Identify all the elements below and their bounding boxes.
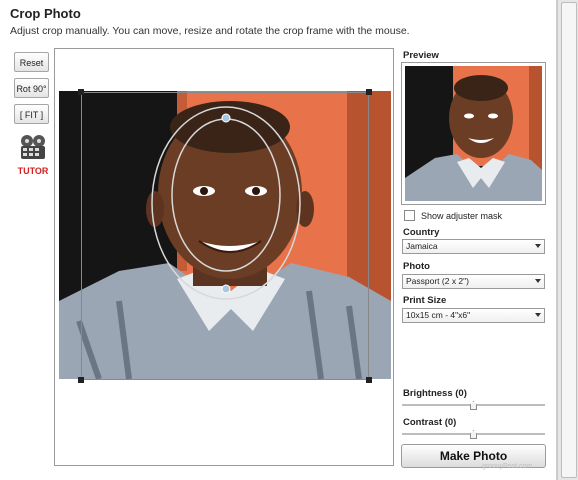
scrollbar-thumb[interactable] [561, 2, 577, 478]
photo-type-value: Passport (2 x 2") [406, 276, 470, 286]
brightness-label: Brightness (0) [403, 388, 467, 399]
fit-button[interactable]: [ FIT ] [14, 104, 49, 124]
vertical-scrollbar[interactable] [557, 0, 578, 480]
show-adjuster-mask-row[interactable]: Show adjuster mask [404, 210, 502, 221]
country-label: Country [403, 227, 440, 238]
page-subtitle: Adjust crop manually. You can move, resi… [10, 25, 410, 37]
chevron-down-icon [535, 279, 541, 283]
face-guide-ellipses[interactable] [82, 93, 370, 381]
show-adjuster-mask-checkbox[interactable] [404, 210, 415, 221]
chevron-down-icon [535, 313, 541, 317]
watermark: groovyPost.com [482, 463, 533, 470]
preview-box [401, 62, 546, 205]
country-value: Jamaica [406, 241, 438, 251]
photo-type-select[interactable]: Passport (2 x 2") [402, 274, 545, 289]
contrast-slider[interactable] [402, 430, 545, 439]
country-select[interactable]: Jamaica [402, 239, 545, 254]
photo-label: Photo [403, 261, 430, 272]
brightness-slider[interactable] [402, 401, 545, 410]
tutor-button[interactable]: TUTOR [12, 134, 54, 176]
crop-photo-page: Crop Photo Adjust crop manually. You can… [0, 0, 557, 480]
crop-canvas[interactable] [54, 48, 394, 466]
contrast-knob[interactable] [470, 430, 477, 439]
rotate-90-button[interactable]: Rot 90° [14, 78, 49, 98]
print-size-label: Print Size [403, 295, 447, 306]
page-title: Crop Photo [10, 6, 81, 21]
crop-frame[interactable] [78, 89, 372, 383]
show-adjuster-mask-label: Show adjuster mask [421, 210, 503, 221]
preview-label: Preview [403, 50, 439, 61]
brightness-knob[interactable] [470, 401, 477, 410]
contrast-label: Contrast (0) [403, 417, 457, 428]
preview-photo [405, 66, 542, 201]
print-size-select[interactable]: 10x15 cm - 4"x6" [402, 308, 545, 323]
tutor-label: TUTOR [17, 166, 49, 176]
chevron-down-icon [535, 244, 541, 248]
reset-button[interactable]: Reset [14, 52, 49, 72]
film-reel-icon [21, 135, 45, 159]
print-size-value: 10x15 cm - 4"x6" [406, 310, 471, 320]
